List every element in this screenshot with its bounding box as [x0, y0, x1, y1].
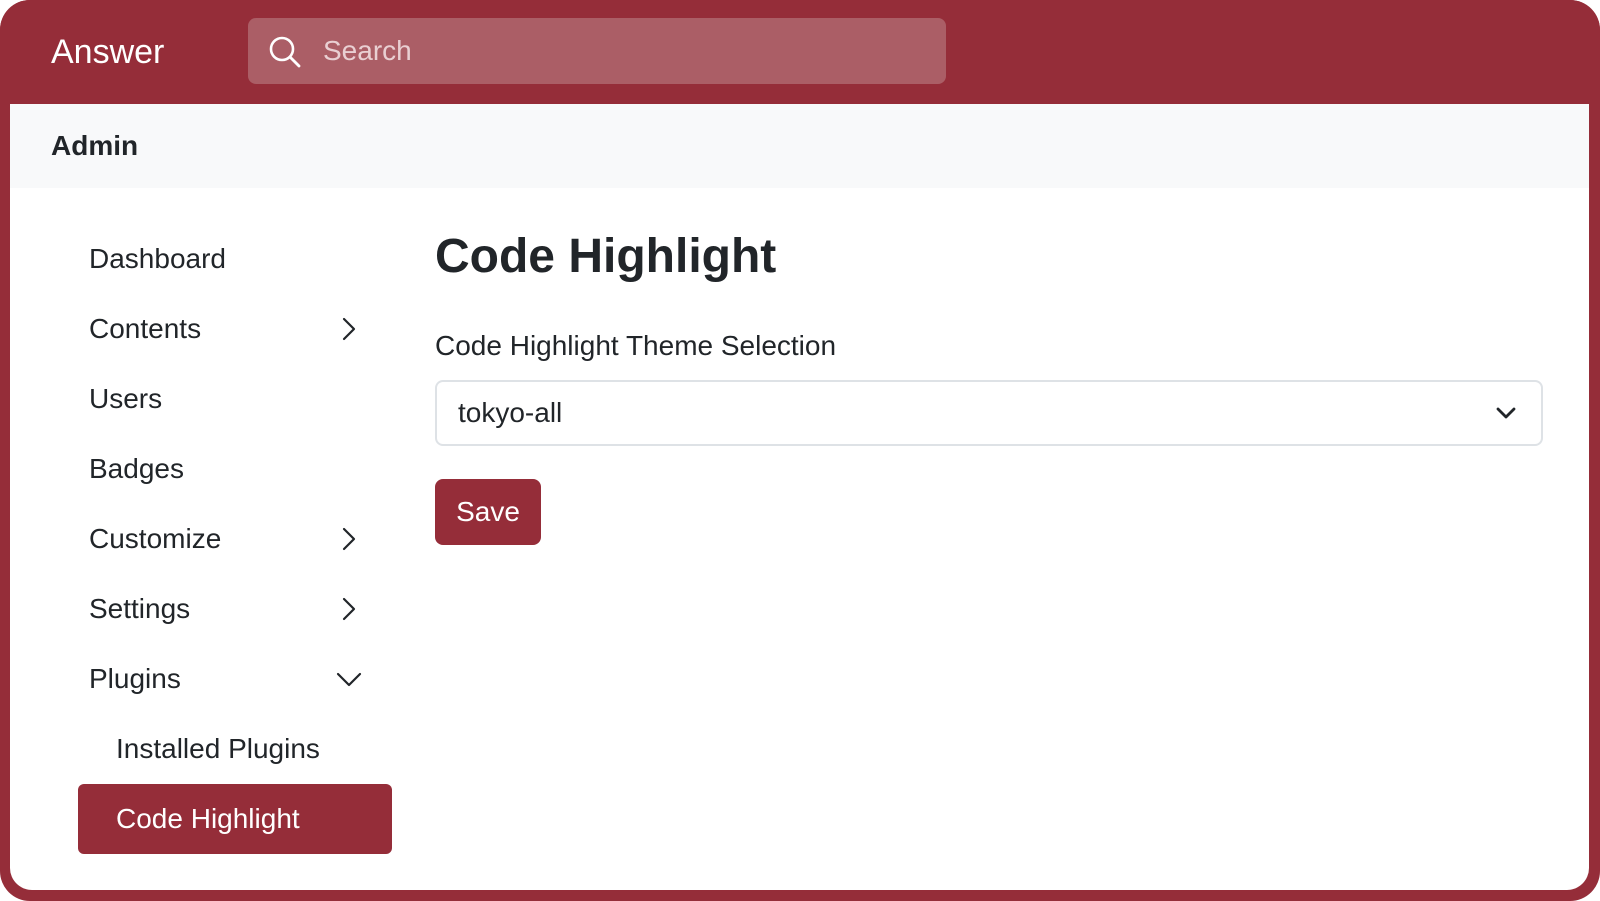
theme-select-value: tokyo-all	[458, 397, 563, 428]
chevron-right-icon	[342, 317, 356, 341]
page-title: Code Highlight	[435, 230, 777, 283]
sidebar-item-label: Code Highlight	[116, 803, 300, 834]
top-navbar: Answer	[0, 0, 1600, 104]
search-input[interactable]	[323, 18, 923, 84]
page-body: Admin Dashboard Contents Users Badges Cu…	[10, 104, 1589, 890]
sidebar-item-settings[interactable]: Settings	[78, 574, 392, 644]
search-icon	[269, 36, 301, 68]
sidebar-item-label: Settings	[89, 593, 191, 624]
sidebar-item-label: Plugins	[89, 663, 181, 694]
sidebar-item-label: Dashboard	[89, 243, 226, 274]
save-button[interactable]: Save	[435, 479, 541, 545]
theme-select[interactable]: tokyo-all	[435, 380, 1543, 446]
sidebar-item-badges[interactable]: Badges	[78, 434, 392, 504]
chevron-right-icon	[342, 597, 356, 621]
app-frame: Answer Admin Dashboard Contents Us	[0, 0, 1600, 901]
sidebar-item-label: Users	[89, 383, 163, 414]
sidebar-item-dashboard[interactable]: Dashboard	[78, 224, 392, 294]
sidebar-item-label: Installed Plugins	[116, 733, 320, 764]
chevron-down-icon	[336, 672, 362, 687]
admin-title: Admin	[51, 130, 139, 161]
brand-logo[interactable]: Answer	[51, 30, 164, 74]
chevron-right-icon	[342, 527, 356, 551]
sidebar-item-code-highlight[interactable]: Code Highlight	[78, 784, 392, 854]
chevron-down-icon	[1496, 407, 1516, 419]
sidebar-item-users[interactable]: Users	[78, 364, 392, 434]
sidebar-item-plugins[interactable]: Plugins	[78, 644, 392, 714]
search-box[interactable]	[248, 18, 946, 84]
sidebar-item-installed-plugins[interactable]: Installed Plugins	[78, 714, 392, 784]
sidebar-item-contents[interactable]: Contents	[78, 294, 392, 364]
admin-header: Admin	[10, 104, 1589, 188]
theme-selection-label: Code Highlight Theme Selection	[435, 330, 837, 361]
sidebar-item-label: Customize	[89, 523, 222, 554]
sidebar-item-label: Badges	[89, 453, 184, 484]
sidebar-item-label: Contents	[89, 313, 202, 344]
sidebar-item-customize[interactable]: Customize	[78, 504, 392, 574]
